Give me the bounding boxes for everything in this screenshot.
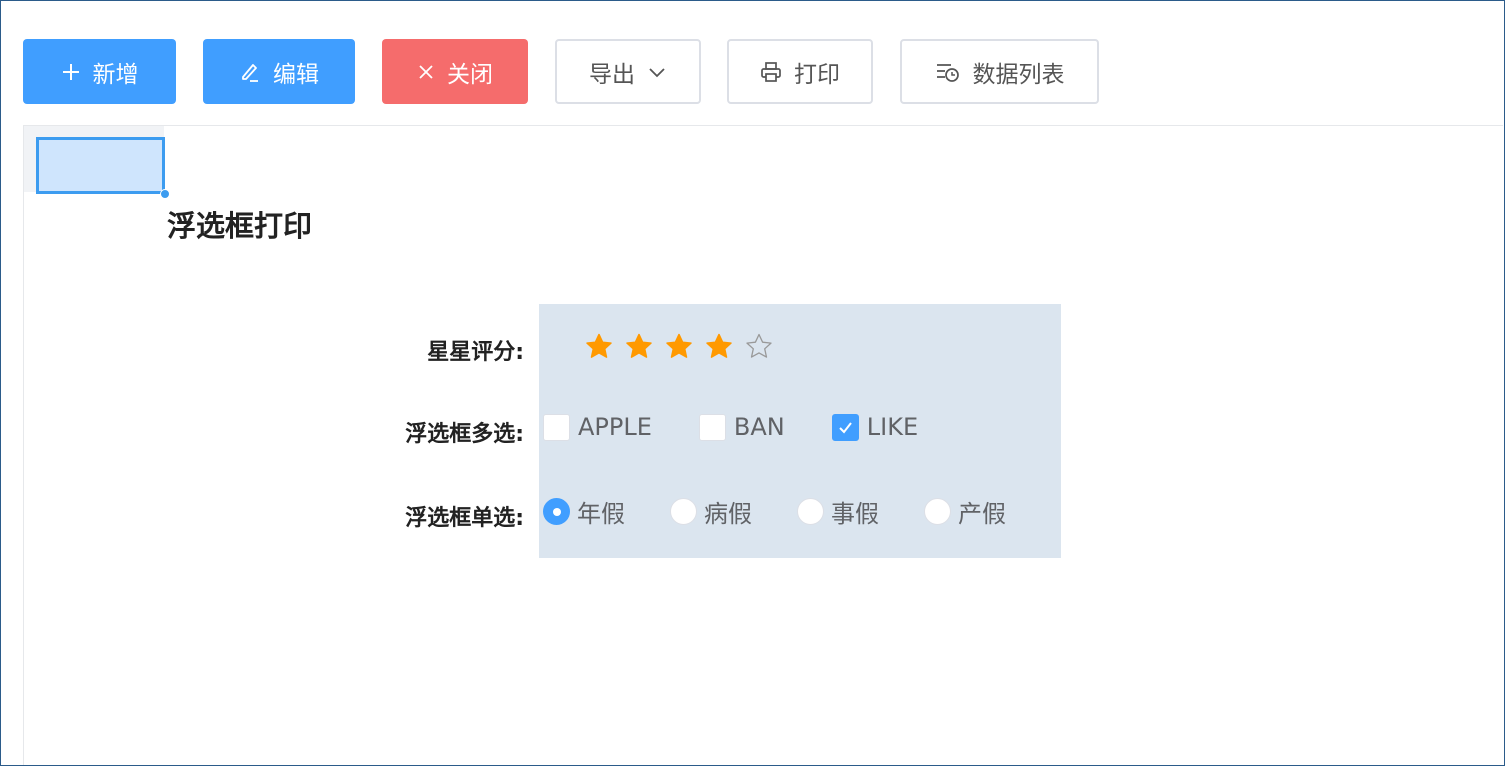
edit-button[interactable]: 编辑	[203, 39, 355, 104]
print-button[interactable]: 打印	[727, 39, 873, 104]
radio-unselected[interactable]	[924, 498, 951, 525]
radio-option[interactable]: 产假	[924, 494, 1006, 529]
data-list-button-label: 数据列表	[972, 61, 1065, 88]
page-title: 浮选框打印	[167, 209, 313, 243]
star-filled-icon[interactable]	[584, 332, 614, 362]
plus-icon	[61, 62, 81, 82]
list-clock-icon	[935, 61, 961, 83]
export-dropdown-button[interactable]: 导出	[555, 39, 701, 104]
radio-option[interactable]: 年假	[543, 494, 625, 529]
radio-unselected[interactable]	[670, 498, 697, 525]
radio-selected[interactable]	[543, 498, 570, 525]
checkbox-group-label: 浮选框多选:	[405, 422, 524, 447]
checkbox-unchecked[interactable]	[543, 413, 570, 441]
star-rating[interactable]	[584, 332, 774, 364]
checkbox-group: APPLE BAN LIKE	[543, 413, 918, 441]
checkbox-option[interactable]: APPLE	[543, 413, 652, 441]
radio-option-label: 病假	[704, 500, 752, 528]
pencil-icon	[239, 61, 261, 83]
data-list-button[interactable]: 数据列表	[900, 39, 1099, 104]
star-filled-icon[interactable]	[664, 332, 694, 362]
radio-option-label: 事假	[831, 500, 879, 528]
checkbox-option-label: BAN	[733, 413, 785, 441]
check-icon	[839, 421, 852, 434]
radio-option[interactable]: 事假	[797, 494, 879, 529]
radio-option[interactable]: 病假	[670, 494, 752, 529]
checkbox-option[interactable]: BAN	[698, 413, 785, 441]
add-button-label: 新增	[92, 61, 139, 88]
close-button-label: 关闭	[447, 61, 493, 88]
export-button-label: 导出	[589, 61, 635, 88]
radio-option-label: 年假	[577, 500, 625, 528]
checkbox-option[interactable]: LIKE	[831, 413, 919, 441]
print-button-label: 打印	[794, 61, 840, 88]
star-filled-icon[interactable]	[704, 332, 734, 362]
checkbox-option-label: APPLE	[578, 413, 652, 441]
edit-button-label: 编辑	[273, 61, 319, 88]
radio-group: 年假 病假 事假 产假	[543, 494, 1006, 529]
add-button[interactable]: 新增	[23, 39, 176, 104]
checkbox-checked[interactable]	[831, 413, 859, 441]
radio-option-label: 产假	[958, 500, 1006, 528]
selected-cell[interactable]	[36, 137, 165, 194]
radio-group-label: 浮选框单选:	[405, 506, 524, 531]
close-button[interactable]: 关闭	[382, 39, 528, 104]
selection-fill-handle[interactable]	[160, 189, 170, 199]
rating-label: 星星评分:	[427, 340, 524, 365]
printer-icon	[760, 61, 782, 83]
checkbox-option-label: LIKE	[866, 413, 919, 441]
radio-unselected[interactable]	[797, 498, 824, 525]
star-filled-icon[interactable]	[624, 332, 654, 362]
star-empty-icon[interactable]	[744, 332, 774, 362]
checkbox-unchecked[interactable]	[698, 413, 726, 441]
close-icon	[417, 63, 435, 81]
chevron-down-icon	[647, 62, 667, 82]
